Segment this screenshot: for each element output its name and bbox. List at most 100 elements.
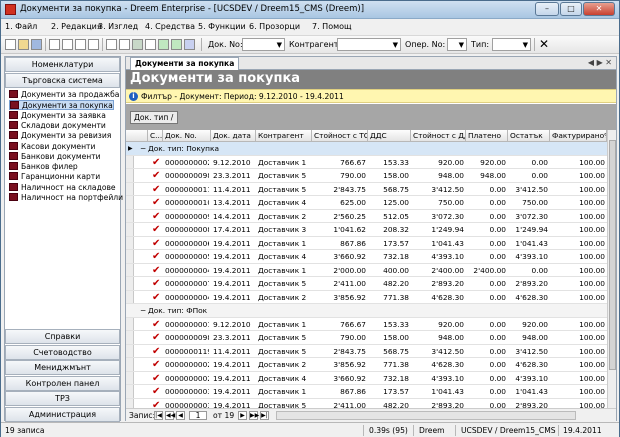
new-doc-icon[interactable] xyxy=(5,39,16,50)
nav-item[interactable]: Складови документи xyxy=(9,120,106,131)
collapse-icon[interactable]: − xyxy=(140,144,146,154)
row-selector[interactable] xyxy=(126,385,134,398)
table-row[interactable]: ✔ 0000000098 23.3.2011 Доставчик 5 790.00 158… xyxy=(126,331,607,345)
row-selector[interactable] xyxy=(126,371,134,384)
column-header[interactable]: Стойност с ТО xyxy=(312,130,368,142)
preview-icon[interactable] xyxy=(119,39,130,50)
row-selector[interactable] xyxy=(126,331,134,344)
horizontal-scrollbar[interactable] xyxy=(276,411,576,420)
nav-module-4[interactable]: ТРЗ xyxy=(5,391,120,406)
next-record-button[interactable]: ▶ xyxy=(238,411,247,420)
table-row[interactable]: ✔ 0000000008 17.4.2011 Доставчик 3 1'041.62 2… xyxy=(126,223,607,237)
table-row[interactable]: ✔ 0000000002 9.12.2010 Доставчик 1 766.67 153… xyxy=(126,155,607,169)
nav-module-0[interactable]: Справки xyxy=(5,329,120,344)
print-icon[interactable] xyxy=(106,39,117,50)
save-icon[interactable] xyxy=(31,39,42,50)
row-selector[interactable] xyxy=(126,358,134,371)
nav-module-5[interactable]: Администрация xyxy=(5,406,120,422)
doc-no-field[interactable]: ▼ xyxy=(242,38,285,51)
scrollbar-thumb[interactable] xyxy=(609,140,616,370)
nav-module-1[interactable]: Счетоводство xyxy=(5,344,120,360)
column-header[interactable]: Остатък xyxy=(508,130,550,142)
nav-item[interactable]: Гаранционни карти xyxy=(9,172,100,182)
nav-item[interactable]: Документи за ревизия xyxy=(9,131,111,141)
column-header[interactable]: Контрагент xyxy=(256,130,312,142)
row-selector[interactable] xyxy=(126,344,134,357)
first-record-button[interactable]: |◀ xyxy=(154,411,163,420)
nav-item[interactable]: Документи за продажба xyxy=(9,90,119,100)
table-row[interactable]: ✔ 0000000005 19.4.2011 Доставчик 4 3'660.92 7… xyxy=(126,250,607,264)
refresh-icon[interactable] xyxy=(158,39,169,50)
table-row[interactable]: ✔ 0000000002 19.4.2011 Доставчик 4 3'660.92 7… xyxy=(126,371,607,385)
row-selector[interactable] xyxy=(126,155,134,168)
table-row[interactable]: ✔ 0000000119 11.4.2011 Доставчик 5 2'843.75 5… xyxy=(126,344,607,358)
table-row[interactable]: ✔ 0000000004 19.4.2011 Доставчик 2 3'856.92 7… xyxy=(126,290,607,304)
nav-module-2[interactable]: Мениджмънт xyxy=(5,360,120,375)
table-row[interactable]: ✔ 0000000004 19.4.2011 Доставчик 1 2'000.00 4… xyxy=(126,263,607,277)
menu-item-1[interactable]: 1. Файл xyxy=(5,22,37,31)
row-selector[interactable] xyxy=(126,290,134,303)
menu-item-3[interactable]: 3. Изглед xyxy=(98,22,138,31)
tab-documents-purchase[interactable]: Документи за покупка xyxy=(130,57,240,70)
nav-section-1[interactable]: Търговска система xyxy=(5,73,120,88)
type-field[interactable]: ▼ xyxy=(492,38,531,51)
vertical-scrollbar[interactable] xyxy=(607,130,616,408)
nav-item[interactable]: Банкови документи xyxy=(9,151,101,162)
row-selector[interactable] xyxy=(126,209,134,222)
cut-icon[interactable] xyxy=(49,39,60,50)
table-row[interactable]: ✔ 0000000010 13.4.2011 Доставчик 4 625.00 125… xyxy=(126,196,607,210)
copy-icon[interactable] xyxy=(62,39,73,50)
row-selector[interactable] xyxy=(126,169,134,182)
delete-icon[interactable] xyxy=(88,39,99,50)
maximize-button[interactable]: □ xyxy=(560,2,582,16)
nav-module-3[interactable]: Контролен панел xyxy=(5,375,120,391)
menu-item-6[interactable]: 6. Прозорци xyxy=(249,22,300,31)
clear-filter-icon[interactable]: ✕ xyxy=(539,37,549,51)
group-chip-doc-type[interactable]: Док. тип / xyxy=(130,111,178,124)
column-header[interactable]: ДДС xyxy=(368,130,411,142)
nav-item[interactable]: Документи за заявка xyxy=(9,110,106,121)
row-selector[interactable] xyxy=(126,182,134,195)
menu-item-5[interactable]: 5. Функции xyxy=(198,22,246,31)
column-header[interactable]: Док. No. xyxy=(163,130,211,142)
table-row[interactable]: ✔ 0000000003 19.4.2011 Доставчик 1 867.86 173… xyxy=(126,385,607,399)
minimize-button[interactable]: – xyxy=(535,2,559,16)
next-page-button[interactable]: ▶▶ xyxy=(249,411,259,420)
prev-record-button[interactable]: ◀ xyxy=(176,411,185,420)
open-icon[interactable] xyxy=(18,39,29,50)
nav-item[interactable]: Наличност на складове xyxy=(9,182,116,193)
table-row[interactable]: ✔ 0000000002 19.4.2011 Доставчик 2 3'856.92 7… xyxy=(126,358,607,372)
close-button[interactable]: ✕ xyxy=(583,2,615,16)
group-row[interactable]: ▶ − Док. тип: Покупка xyxy=(126,142,607,156)
nav-item[interactable]: Касови документи xyxy=(9,141,95,152)
filter-icon[interactable] xyxy=(145,39,156,50)
group-row[interactable]: − Док. тип: ФПок xyxy=(126,304,607,318)
row-selector[interactable] xyxy=(126,223,134,236)
table-row[interactable]: ✔ 0000000006 19.4.2011 Доставчик 1 867.86 173… xyxy=(126,236,607,250)
nav-item[interactable]: Документи за покупка xyxy=(9,100,114,111)
menu-item-2[interactable]: 2. Редакция xyxy=(51,22,102,31)
nav-item[interactable]: Наличност на портфейли xyxy=(9,193,123,203)
last-record-button[interactable]: ▶| xyxy=(260,411,269,420)
row-selector[interactable] xyxy=(126,317,134,330)
oper-no-field[interactable]: ▼ xyxy=(447,38,467,51)
row-selector[interactable] xyxy=(126,250,134,263)
nav-section-0[interactable]: Номенклатури xyxy=(5,57,120,72)
column-header[interactable]: Стойност с ДДС xyxy=(411,130,466,142)
record-number-field[interactable]: 1 xyxy=(189,411,207,420)
add-icon[interactable] xyxy=(171,39,182,50)
table-row[interactable]: ✔ 0000000007 19.4.2011 Доставчик 5 2'411.00 4… xyxy=(126,277,607,291)
row-selector[interactable] xyxy=(126,398,134,408)
table-row[interactable]: ✔ 0000000011 11.4.2011 Доставчик 5 2'843.75 5… xyxy=(126,182,607,196)
row-selector[interactable] xyxy=(126,263,134,276)
row-selector[interactable] xyxy=(126,236,134,249)
help-icon[interactable] xyxy=(184,39,195,50)
column-header[interactable]: С... xyxy=(148,130,163,142)
table-row[interactable]: ✔ 0000000001 9.12.2010 Доставчик 1 766.67 153… xyxy=(126,317,607,331)
column-header[interactable]: Платено xyxy=(466,130,508,142)
row-selector[interactable] xyxy=(126,196,134,209)
table-icon[interactable] xyxy=(132,39,143,50)
nav-item[interactable]: Банков филер xyxy=(9,162,78,172)
column-header[interactable]: Фактурирано% xyxy=(550,130,607,142)
table-row[interactable]: ✔ 0000000003 19.4.2011 Доставчик 5 2'411.00 4… xyxy=(126,398,607,408)
